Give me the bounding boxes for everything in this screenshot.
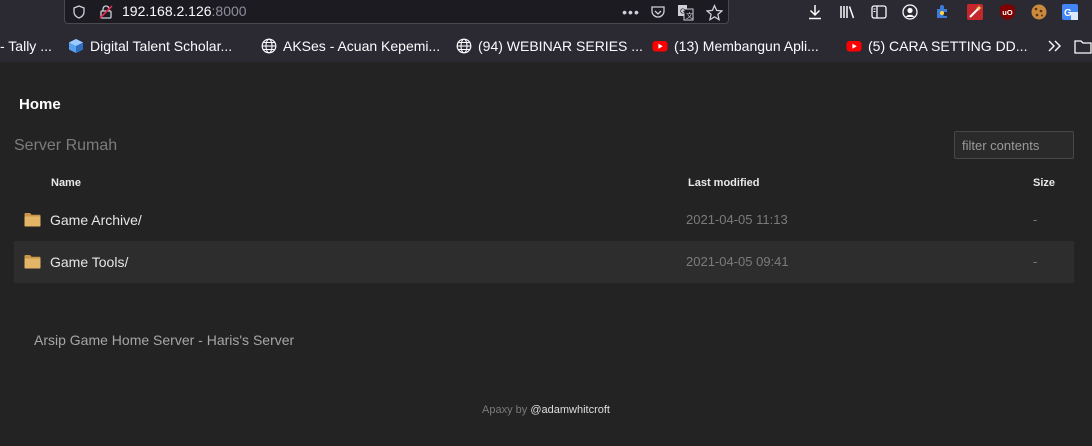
insecure-lock-icon[interactable] bbox=[97, 3, 115, 21]
globe-icon bbox=[456, 38, 472, 54]
ublock-origin-icon[interactable]: uO bbox=[997, 2, 1017, 22]
globe-icon bbox=[261, 38, 277, 54]
file-table: Game Archive/ 2021-04-05 11:13 - Game To… bbox=[14, 199, 1074, 283]
size-value: - bbox=[1033, 254, 1038, 269]
download-icon[interactable] bbox=[805, 2, 825, 22]
last-modified-value: 2021-04-05 09:41 bbox=[686, 254, 789, 269]
youtube-icon bbox=[846, 41, 862, 52]
bookmarks-toolbar: - Tally ... Digital Talent Scholar... AK… bbox=[0, 34, 1092, 58]
folder-icon bbox=[24, 213, 41, 227]
bookmark-item[interactable]: (5) CARA SETTING DD... bbox=[846, 34, 1027, 58]
bookmark-label: AKSes - Acuan Kepemi... bbox=[283, 38, 441, 54]
footer-prefix: Apaxy by bbox=[482, 404, 531, 416]
pocket-icon[interactable] bbox=[649, 3, 667, 21]
google-translate-icon[interactable]: G bbox=[1060, 2, 1080, 22]
browser-chrome: 192.168.2.126:8000 ••• G文 uO G - Tally .… bbox=[0, 0, 1092, 62]
url-port: :8000 bbox=[211, 3, 247, 19]
bookmark-item[interactable]: AKSes - Acuan Kepemi... bbox=[261, 34, 440, 58]
svg-text:uO: uO bbox=[1002, 8, 1013, 17]
table-row[interactable]: Game Archive/ 2021-04-05 11:13 - bbox=[14, 199, 1074, 241]
svg-text:文: 文 bbox=[686, 11, 693, 20]
bookmark-label: (94) WEBINAR SERIES ... bbox=[478, 38, 643, 54]
cookie-icon[interactable] bbox=[1029, 2, 1049, 22]
size-value: - bbox=[1033, 212, 1038, 227]
page-title[interactable]: Home bbox=[19, 96, 61, 113]
bookmark-label: (13) Membangun Apli... bbox=[674, 38, 819, 54]
file-name-link[interactable]: Game Tools/ bbox=[50, 254, 128, 270]
svg-text:G: G bbox=[1064, 8, 1072, 19]
sidebar-icon[interactable] bbox=[869, 2, 889, 22]
bookmark-item[interactable]: (13) Membangun Apli... bbox=[652, 34, 819, 58]
bookmark-label: (5) CARA SETTING DD... bbox=[868, 38, 1028, 54]
library-icon[interactable] bbox=[838, 2, 858, 22]
footer: Apaxy by @adamwhitcroft bbox=[0, 404, 1092, 416]
last-modified-value: 2021-04-05 11:13 bbox=[686, 212, 788, 227]
server-name: Server Rumah bbox=[14, 137, 118, 154]
folder-outline-icon[interactable] bbox=[1074, 37, 1092, 55]
svg-text:G: G bbox=[680, 8, 685, 15]
bookmark-item[interactable]: Digital Talent Scholar... bbox=[68, 34, 232, 58]
filter-input[interactable] bbox=[954, 131, 1074, 159]
magic-wand-icon[interactable] bbox=[965, 2, 985, 22]
url-bar[interactable]: 192.168.2.126:8000 ••• G文 bbox=[64, 0, 729, 24]
extension-puzzle-blue-icon[interactable] bbox=[932, 2, 952, 22]
bookmark-item[interactable]: (94) WEBINAR SERIES ... bbox=[456, 34, 643, 58]
folder-icon bbox=[24, 255, 41, 269]
account-icon[interactable] bbox=[900, 2, 920, 22]
bookmark-item[interactable]: - Tally ... bbox=[0, 34, 52, 58]
column-header-name[interactable]: Name bbox=[51, 177, 81, 189]
table-row[interactable]: Game Tools/ 2021-04-05 09:41 - bbox=[14, 241, 1074, 283]
file-name-link[interactable]: Game Archive/ bbox=[50, 212, 142, 228]
readme-text: Arsip Game Home Server - Haris's Server bbox=[34, 332, 295, 348]
column-header-size[interactable]: Size bbox=[1033, 177, 1055, 189]
bookmark-label: Digital Talent Scholar... bbox=[90, 38, 233, 54]
shield-icon[interactable] bbox=[71, 4, 87, 20]
chevron-double-right-icon[interactable] bbox=[1046, 37, 1064, 55]
url-text[interactable]: 192.168.2.126:8000 bbox=[122, 3, 247, 19]
footer-author-link[interactable]: @adamwhitcroft bbox=[530, 404, 610, 416]
translate-icon[interactable]: G文 bbox=[676, 3, 694, 21]
url-host: 192.168.2.126 bbox=[122, 3, 212, 19]
bookmark-star-icon[interactable] bbox=[704, 2, 724, 22]
three-dots-icon[interactable]: ••• bbox=[621, 3, 641, 21]
cube-icon bbox=[69, 39, 83, 53]
column-header-last-modified[interactable]: Last modified bbox=[688, 177, 760, 189]
youtube-icon bbox=[652, 41, 668, 52]
bookmark-label: - Tally ... bbox=[0, 38, 52, 54]
directory-listing-page: Home Server Rumah Name Last modified Siz… bbox=[0, 62, 1092, 446]
